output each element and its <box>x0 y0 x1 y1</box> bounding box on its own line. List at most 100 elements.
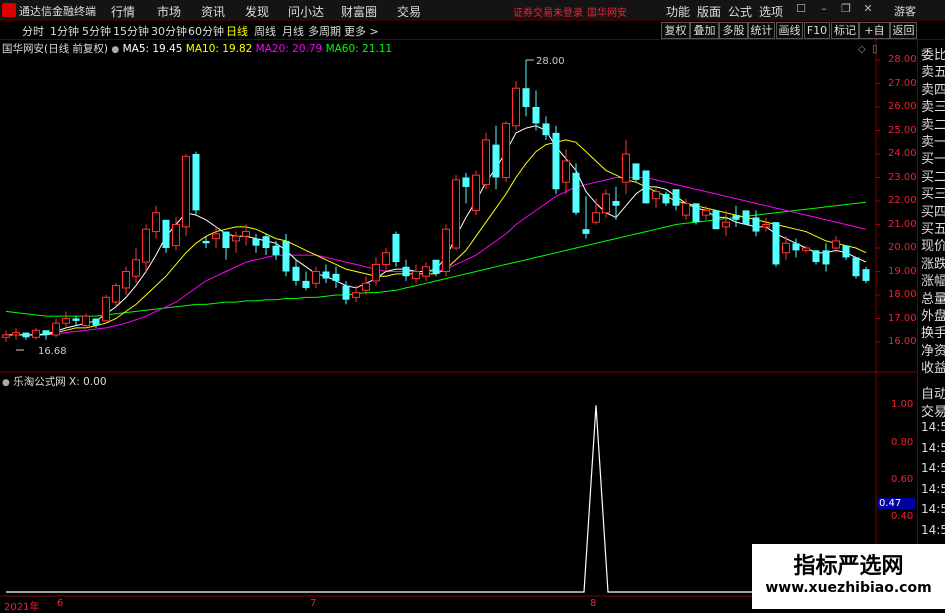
close-icon[interactable]: ✕ <box>860 2 876 16</box>
candle-body-down <box>742 210 750 225</box>
period-1min[interactable]: 1分钟 <box>50 23 79 39</box>
side-label[interactable]: 买三 <box>921 183 945 202</box>
candle-body-up <box>242 231 250 237</box>
sub-tick-label: 0.60 <box>891 474 914 485</box>
side-label[interactable]: 换手 <box>921 322 945 341</box>
menu-gongshi[interactable]: 公式 <box>728 3 752 20</box>
candle-body-up <box>442 228 450 272</box>
menu-shichang[interactable]: 市场 <box>157 3 181 20</box>
menu-jiaoyi[interactable]: 交易 <box>397 3 421 20</box>
period-fenshi[interactable]: 分时 <box>22 23 44 39</box>
candle-body-up <box>352 292 360 298</box>
low-price-label: 16.68 <box>38 346 67 357</box>
candle-body-up <box>802 247 810 251</box>
app-logo-icon <box>2 3 16 17</box>
candle-body-down <box>42 330 50 335</box>
menu-hangqing[interactable]: 行情 <box>111 3 135 20</box>
candle-body-down <box>272 245 280 256</box>
candle-body-down <box>862 269 870 281</box>
menu-banmian[interactable]: 版面 <box>697 3 721 20</box>
app-title: 通达信金融终端 <box>19 5 96 18</box>
period-multi[interactable]: 多周期 <box>308 23 341 39</box>
add-watchlist-button[interactable]: +自选 <box>859 22 890 52</box>
side-label[interactable]: 外盘 <box>921 305 945 324</box>
candle-body-down <box>852 257 860 277</box>
stock-title[interactable]: 国华网安(日线 前复权) <box>2 43 108 55</box>
x-value: X: 0.00 <box>69 376 107 388</box>
side-label[interactable]: 买一 <box>921 148 945 167</box>
tongji-button[interactable]: 统计 <box>748 22 775 39</box>
side-label[interactable]: 卖二 <box>921 114 945 133</box>
biaoji-button[interactable]: 标记 <box>831 22 859 39</box>
sub-tick-label: 0.40 <box>891 511 914 523</box>
side-label[interactable]: 买五 <box>921 218 945 237</box>
side-label[interactable]: 卖一 <box>921 131 945 150</box>
side-label-auto-trade[interactable]: 自动 <box>921 383 945 402</box>
period-daily[interactable]: 日线 <box>226 23 248 39</box>
side-label[interactable]: 收益 <box>921 357 945 376</box>
side-label[interactable]: 委比 <box>921 44 945 63</box>
kline-chart[interactable]: 28.00 16.68 ◇ ▯ <box>0 40 917 609</box>
candle-body-down <box>432 259 440 274</box>
menu-wenxiaoda[interactable]: 问小达 <box>288 3 324 20</box>
menu-caifuquan[interactable]: 财富圈 <box>341 3 377 20</box>
menu-bar: 通达信金融终端 行情 市场 资讯 发现 问小达 财富圈 交易 证券交易未登录 国… <box>0 0 945 21</box>
side-label[interactable]: 总量 <box>921 288 945 307</box>
quote-side-panel: 委比 卖五 卖四 卖三 卖二 卖一 买一 买二 买三 买四 买五 现价 涨跌 涨幅 总量 外盘 换手 净资 收益自动… <box>917 40 945 609</box>
side-label[interactable]: 涨幅 <box>921 270 945 289</box>
fuquan-button[interactable]: 复权 <box>661 22 690 39</box>
sidepanel-toggle-icon[interactable]: ▯ <box>872 44 878 55</box>
period-more[interactable]: 更多 > <box>344 23 379 39</box>
account-icon[interactable]: ☐ <box>793 2 809 16</box>
candle-body-up <box>52 322 60 336</box>
side-time: 14:56 <box>921 481 945 496</box>
restore-icon[interactable]: ❐ <box>838 2 854 16</box>
login-warning[interactable]: 证券交易未登录 <box>513 4 583 19</box>
candle-body-down <box>632 163 640 180</box>
back-button[interactable]: 返回 <box>890 22 917 39</box>
minimize-icon[interactable]: – <box>816 2 832 16</box>
candle-body-up <box>592 212 600 223</box>
candle-body-down <box>532 107 540 124</box>
side-label[interactable]: 卖四 <box>921 79 945 98</box>
candle-body-up <box>372 263 380 282</box>
sub-current-value-label: 0.47 <box>877 498 916 510</box>
period-15min[interactable]: 15分钟 <box>113 23 149 39</box>
candle-body-down <box>252 238 260 246</box>
candle-body-up <box>382 252 390 265</box>
price-tick-label: 19.00 <box>888 265 917 277</box>
settings-circle-icon[interactable]: ● <box>2 378 10 388</box>
period-30min[interactable]: 30分钟 <box>151 23 187 39</box>
period-5min[interactable]: 5分钟 <box>82 23 111 39</box>
side-label[interactable]: 卖三 <box>921 96 945 115</box>
duogu-button[interactable]: 多股 <box>719 22 748 39</box>
sub-indicator-title[interactable]: 乐淘公式网 <box>13 376 66 388</box>
candle-body-down <box>812 250 820 263</box>
side-label[interactable]: 买二 <box>921 166 945 185</box>
huaxian-button[interactable]: 画线 <box>776 22 803 39</box>
high-price-label: 28.00 <box>536 56 565 67</box>
diejia-button[interactable]: 叠加 <box>690 22 719 39</box>
candle-body-down <box>822 250 830 265</box>
candle-body-down <box>672 189 680 206</box>
side-label[interactable]: 净资 <box>921 340 945 359</box>
menu-gongneng[interactable]: 功能 <box>666 3 690 20</box>
price-tick-label: 28.00 <box>888 54 917 65</box>
side-label[interactable]: 卖五 <box>921 61 945 80</box>
diamond-icon[interactable]: ◇ <box>858 44 866 55</box>
period-monthly[interactable]: 月线 <box>282 23 304 39</box>
menu-xuanxiang[interactable]: 选项 <box>759 3 783 20</box>
settings-circle-icon[interactable]: ● <box>111 45 119 55</box>
menu-faxian[interactable]: 发现 <box>245 3 269 20</box>
side-label-auto-trade[interactable]: 交易 <box>921 401 945 420</box>
side-label[interactable]: 现价 <box>921 235 945 254</box>
candle-body-down <box>842 245 850 258</box>
candle-body-up <box>472 174 480 211</box>
side-label[interactable]: 买四 <box>921 201 945 220</box>
period-weekly[interactable]: 周线 <box>254 23 276 39</box>
guest-label[interactable]: 游客 <box>894 3 916 19</box>
side-label[interactable]: 涨跌 <box>921 253 945 272</box>
period-60min[interactable]: 60分钟 <box>188 23 224 39</box>
menu-zixun[interactable]: 资讯 <box>201 3 225 20</box>
f10-button[interactable]: F10 <box>804 22 830 39</box>
